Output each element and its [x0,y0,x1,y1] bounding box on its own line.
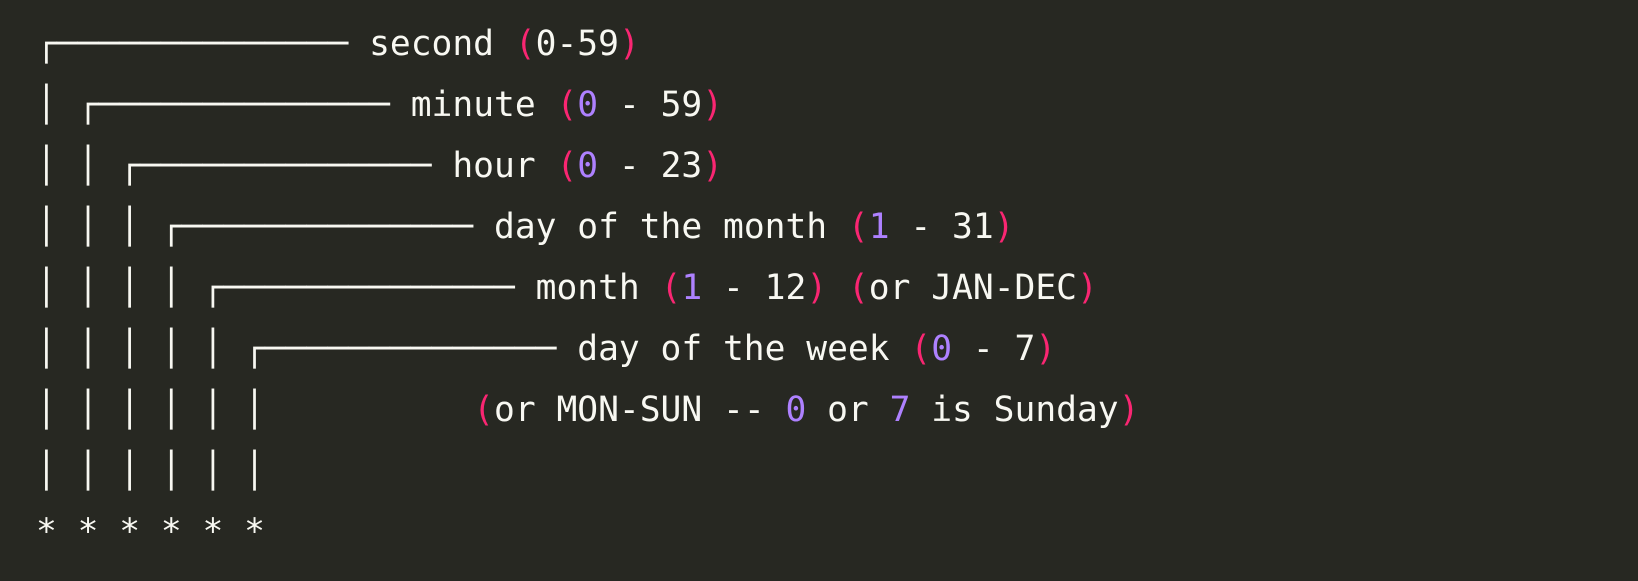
paren-token: ( [910,329,932,369]
text-token: - 12 [702,268,807,308]
text-token: - 7 [952,329,1036,369]
text-token: is Sunday [910,390,1119,430]
text-token: * * * * * * [36,512,265,552]
paren-token: ) [1118,390,1140,430]
tree-connector: │ │ │ │ │ ┌────────────── [36,329,578,369]
paren-token: ( [556,85,578,125]
tree-connector: │ │ ┌────────────── [36,146,453,186]
number-token: 7 [889,390,911,430]
number-token: 1 [681,268,703,308]
paren-token: ) [618,24,640,64]
text-token: day of the week [577,329,911,369]
number-token: 0 [785,390,807,430]
paren-token: ( [847,268,869,308]
text-token: day of the month [494,207,848,247]
paren-token: ) [702,85,724,125]
connector-line: │ │ │ │ │ │ [36,441,1139,502]
number-token: 1 [868,207,890,247]
text-token: or [806,390,890,430]
text-token: - 59 [598,85,703,125]
text-token: or MON-SUN -- [494,390,786,430]
hour-field-line: │ │ ┌────────────── hour (0 - 23) [36,136,1139,197]
second-field-line: ┌────────────── second (0-59) [36,14,1139,75]
tree-connector: │ │ │ ┌────────────── [36,207,494,247]
paren-token: ) [806,268,828,308]
text-token: or JAN-DEC [868,268,1077,308]
tree-connector: │ ┌────────────── [36,85,411,125]
day-of-month-field-line: │ │ │ ┌────────────── day of the month (… [36,197,1139,258]
tree-connector: │ │ │ │ │ │ [36,451,265,491]
month-field-line: │ │ │ │ ┌────────────── month (1 - 12) (… [36,258,1139,319]
text-token: - 31 [889,207,994,247]
number-token: 0 [577,146,599,186]
paren-token: ( [473,390,495,430]
paren-token: ( [660,268,682,308]
paren-token: ( [556,146,578,186]
text-token: month [535,268,661,308]
text-token: - 23 [598,146,703,186]
tree-connector: │ │ │ │ │ │ [36,390,474,430]
paren-token: ) [993,207,1015,247]
paren-token: ) [1076,268,1098,308]
text-token: hour [452,146,557,186]
paren-token: ) [702,146,724,186]
tree-connector: │ │ │ │ ┌────────────── [36,268,536,308]
paren-token: ( [514,24,536,64]
day-of-week-note-line: │ │ │ │ │ │ (or MON-SUN -- 0 or 7 is Sun… [36,380,1139,441]
tree-connector: ┌────────────── [36,24,370,64]
text-token: 0-59 [535,24,619,64]
paren-token: ( [847,207,869,247]
day-of-week-field-line: │ │ │ │ │ ┌────────────── day of the wee… [36,319,1139,380]
paren-token: ) [1035,329,1057,369]
minute-field-line: │ ┌────────────── minute (0 - 59) [36,75,1139,136]
number-token: 0 [931,329,953,369]
number-token: 0 [577,85,599,125]
text-token: minute [410,85,557,125]
asterisks-line: * * * * * * [36,502,1139,563]
text-token: second [369,24,515,64]
cron-format-code-block: ┌────────────── second (0-59) │ ┌────────… [36,14,1139,563]
